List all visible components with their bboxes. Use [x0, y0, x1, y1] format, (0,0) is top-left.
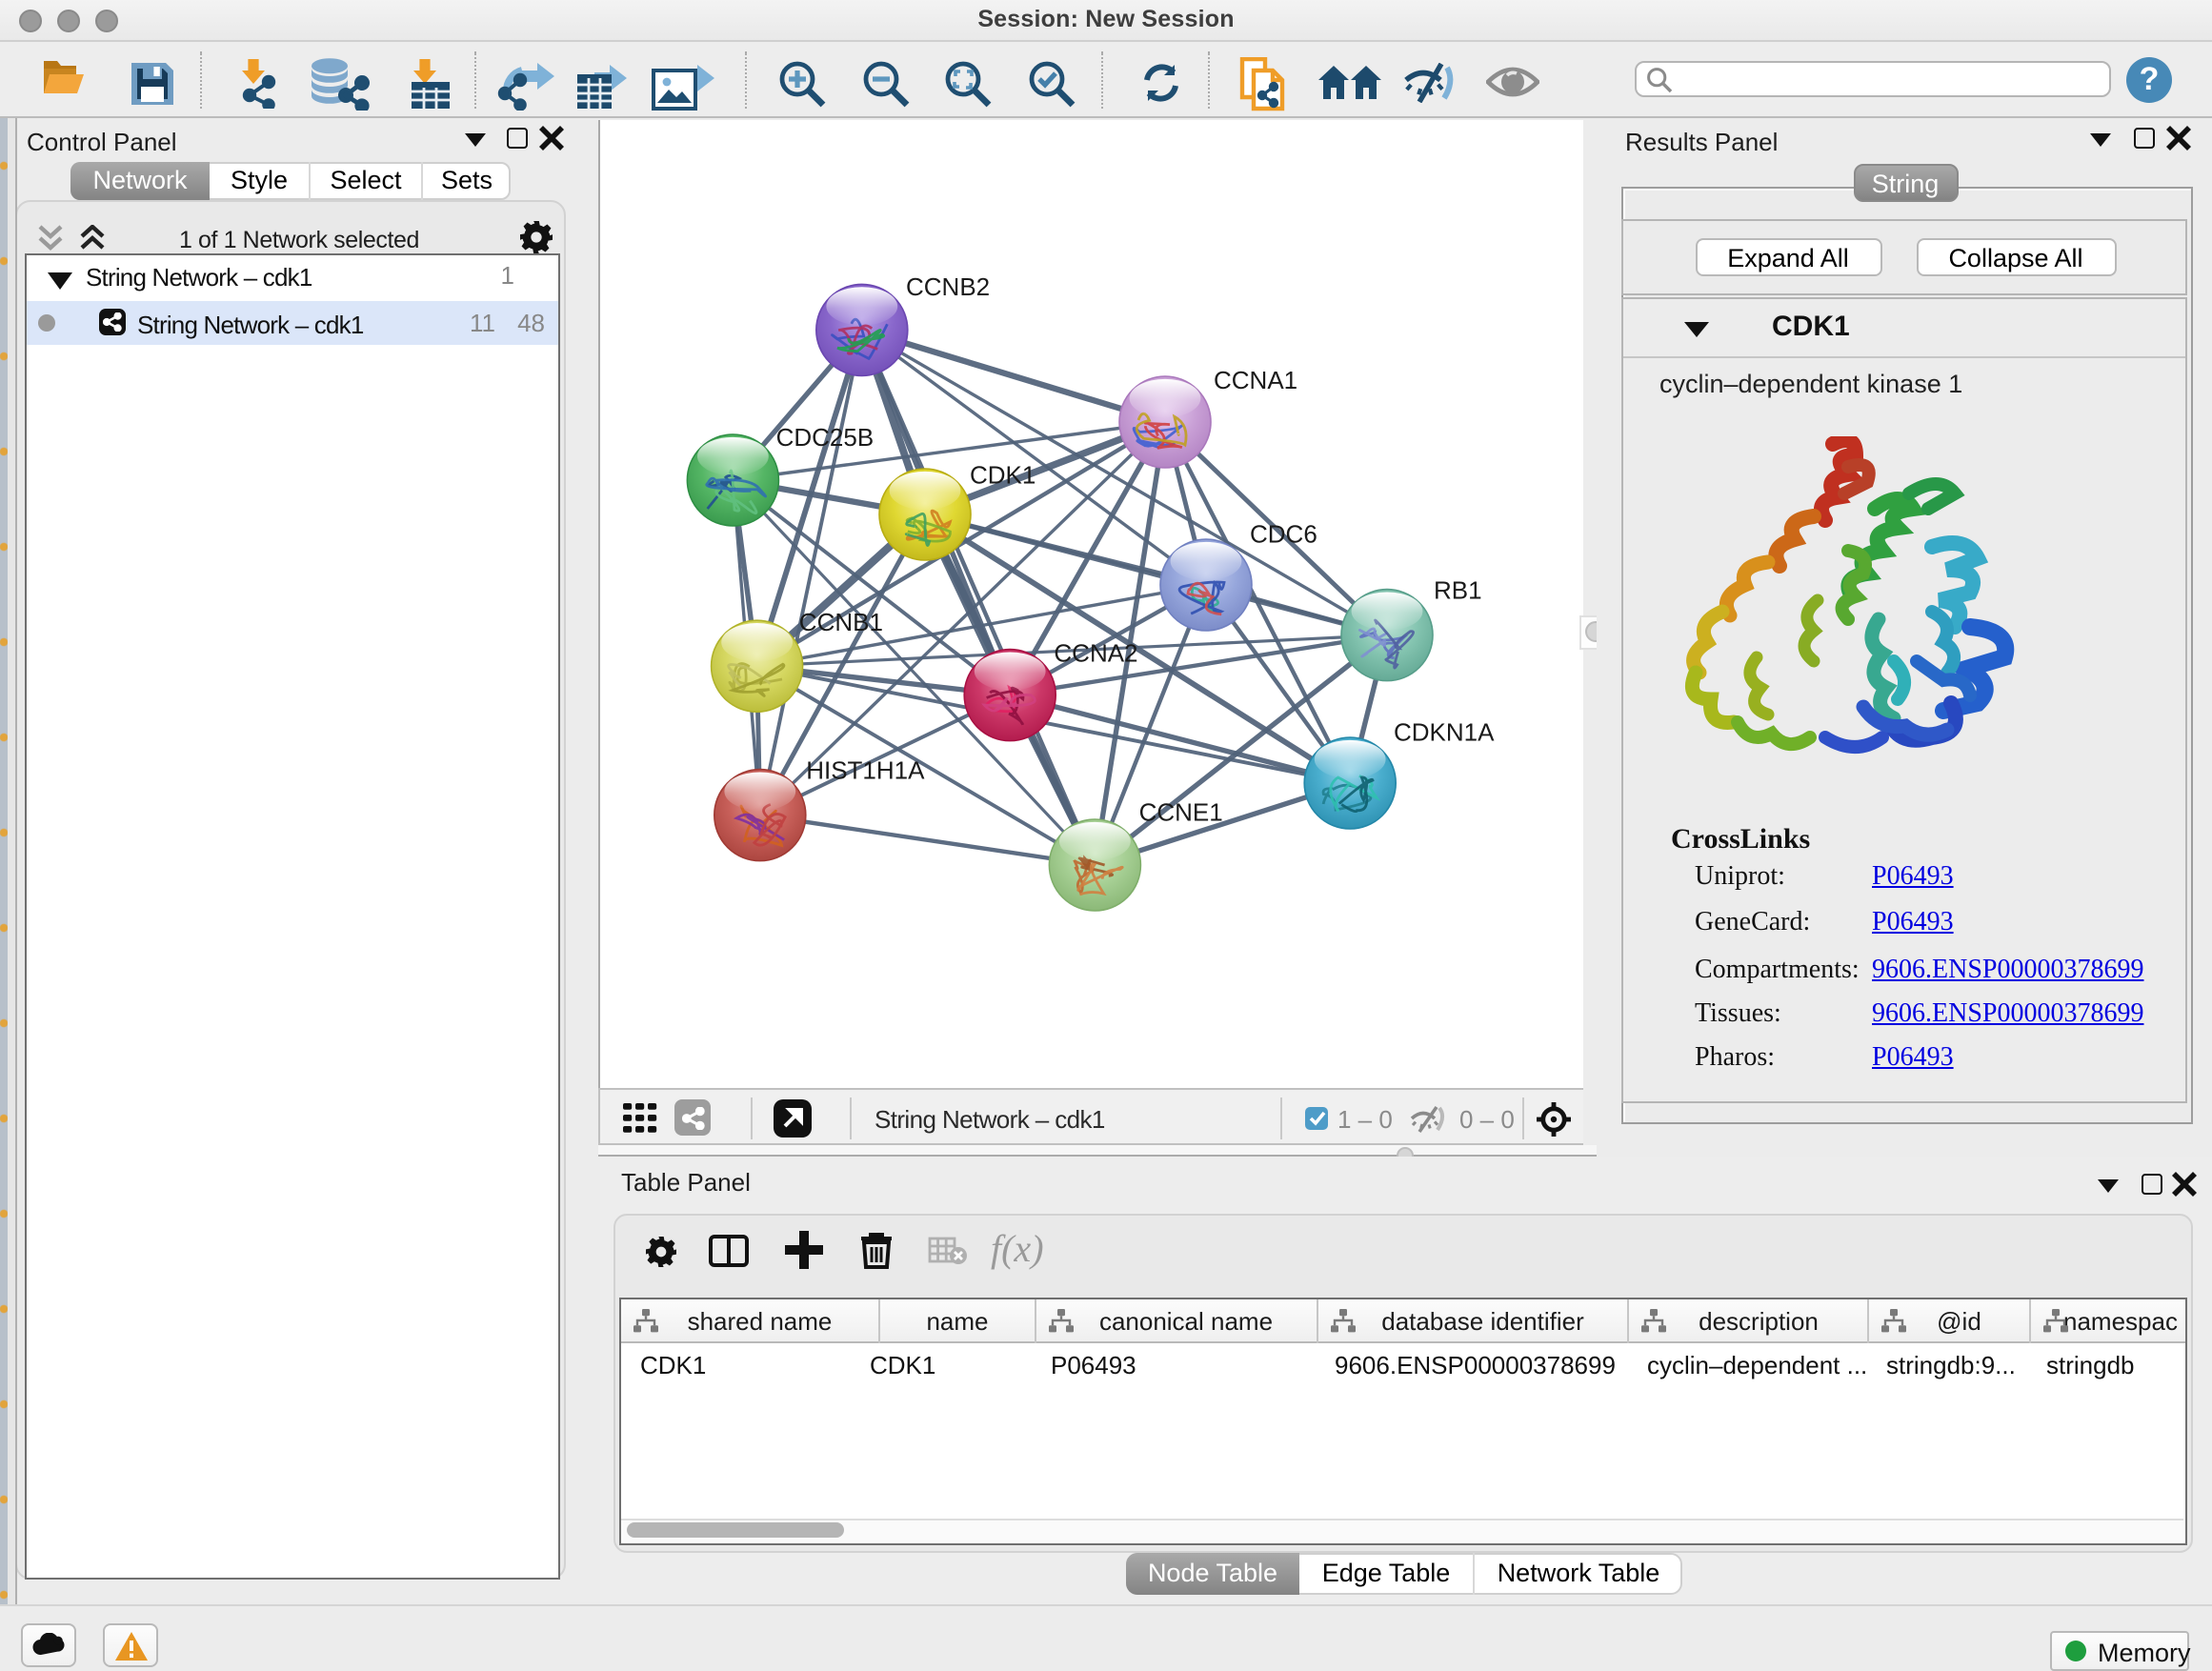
svg-text:CCNA2: CCNA2 [1054, 639, 1137, 668]
svg-text:RB1: RB1 [1434, 575, 1482, 604]
svg-text:CDC25B: CDC25B [776, 423, 875, 452]
svg-text:CCNA1: CCNA1 [1214, 366, 1297, 394]
svg-text:CCNB1: CCNB1 [799, 608, 883, 636]
svg-text:CDKN1A: CDKN1A [1394, 717, 1495, 746]
svg-text:CDK1: CDK1 [970, 461, 1036, 490]
svg-text:HIST1H1A: HIST1H1A [806, 755, 925, 784]
svg-text:CCNB2: CCNB2 [906, 272, 990, 301]
svg-text:CCNE1: CCNE1 [1139, 797, 1223, 826]
svg-text:CDC6: CDC6 [1250, 520, 1317, 549]
